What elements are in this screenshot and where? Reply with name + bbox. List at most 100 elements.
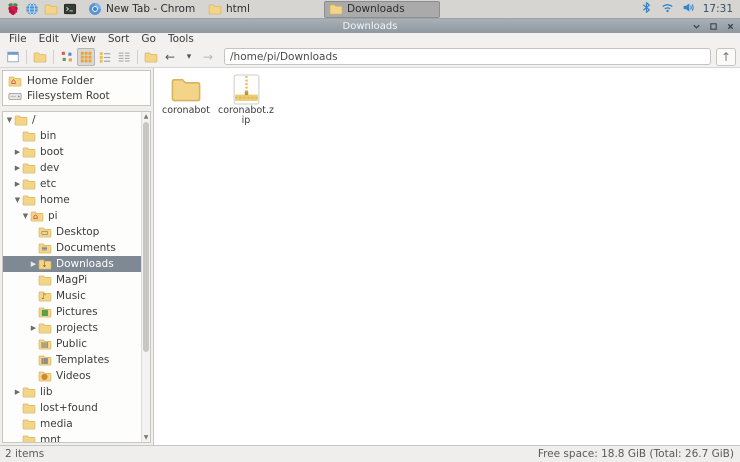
- file-label: coronabot: [162, 106, 210, 116]
- expander-closed-icon[interactable]: ▶: [13, 164, 22, 172]
- folder-icon: [38, 273, 52, 287]
- web-browser-launcher[interactable]: [23, 1, 40, 18]
- list-view-button[interactable]: [96, 48, 114, 66]
- tree-item--[interactable]: ▼/: [3, 112, 141, 128]
- tree-item-etc[interactable]: ▶etc: [3, 176, 141, 192]
- tree-item-bin[interactable]: bin: [3, 128, 141, 144]
- expander-closed-icon[interactable]: ▶: [29, 324, 38, 332]
- tree-item-music[interactable]: ♪Music: [3, 288, 141, 304]
- tree-item-pictures[interactable]: ■Pictures: [3, 304, 141, 320]
- menu-go[interactable]: Go: [135, 33, 162, 46]
- file-item-coronabot-zip[interactable]: coronabot.zip: [217, 72, 275, 126]
- thumbnail-view-button[interactable]: [77, 48, 95, 66]
- place-filesystem-root[interactable]: Filesystem Root: [3, 88, 150, 103]
- expander-closed-icon[interactable]: ▶: [13, 180, 22, 188]
- compact-view-button[interactable]: [115, 48, 133, 66]
- tree-item-magpi[interactable]: MagPi: [3, 272, 141, 288]
- task-button-html[interactable]: html: [204, 1, 320, 18]
- folder-home-icon: ⌂: [30, 209, 44, 223]
- new-window-button[interactable]: [4, 48, 22, 66]
- forward-button[interactable]: →: [199, 48, 217, 66]
- tree-item-downloads[interactable]: ▶↓Downloads: [3, 256, 141, 272]
- tree-item-label: MagPi: [56, 274, 87, 286]
- toolbar-separator: [137, 50, 138, 64]
- volume-indicator[interactable]: [682, 1, 696, 18]
- tree-item-lib[interactable]: ▶ lib: [3, 384, 141, 400]
- wifi-indicator[interactable]: [661, 1, 675, 18]
- place-home-folder[interactable]: ⌂Home Folder: [3, 73, 150, 88]
- window-titlebar[interactable]: Downloads: [0, 19, 740, 33]
- menu-sort[interactable]: Sort: [102, 33, 136, 46]
- folder-icon: [22, 433, 36, 443]
- close-button[interactable]: [725, 21, 735, 31]
- thumbnail-view-icon: [79, 50, 93, 64]
- zip-archive-icon: [233, 72, 260, 106]
- expander-open-icon[interactable]: ▼: [5, 116, 14, 124]
- menu-button[interactable]: [4, 1, 21, 18]
- tree-item-templates[interactable]: ▦Templates: [3, 352, 141, 368]
- icon-view-button[interactable]: [58, 48, 76, 66]
- task-button-new-tab-chromium[interactable]: New Tab - Chromium: [84, 1, 200, 18]
- home-button[interactable]: [142, 48, 160, 66]
- window-controls: [691, 19, 735, 33]
- task-label: html: [226, 3, 250, 15]
- tree-item-mnt[interactable]: mnt: [3, 432, 141, 443]
- tree-scrollbar[interactable]: ▲ ▼: [141, 112, 150, 442]
- folder-icon: [22, 193, 36, 207]
- tree-item-dev[interactable]: ▶dev: [3, 160, 141, 176]
- menu-file[interactable]: File: [3, 33, 33, 46]
- tree-item-videos[interactable]: ●Videos: [3, 368, 141, 384]
- folder-icon: [22, 401, 36, 415]
- place-label: Filesystem Root: [27, 90, 110, 102]
- tree-item-pi[interactable]: ▼⌂pi: [3, 208, 141, 224]
- compact-view-icon: [117, 50, 131, 64]
- statusbar: 2 items Free space: 18.8 GiB (Total: 26.…: [0, 445, 740, 462]
- folder-icon: [38, 321, 52, 335]
- menu-tools[interactable]: Tools: [162, 33, 200, 46]
- wifi-icon: [661, 1, 675, 15]
- file-item-coronabot[interactable]: coronabot: [157, 72, 215, 116]
- menu-view[interactable]: View: [65, 33, 102, 46]
- menubar: FileEditViewSortGoTools: [0, 33, 740, 46]
- expander-closed-icon[interactable]: ▶: [29, 260, 38, 268]
- folder-icon: [208, 2, 222, 16]
- terminal-launcher[interactable]: [61, 1, 78, 18]
- expander-open-icon[interactable]: ▼: [21, 212, 30, 220]
- tree-item-media[interactable]: media: [3, 416, 141, 432]
- scrollbar-thumb[interactable]: [143, 122, 149, 352]
- task-button-downloads[interactable]: Downloads: [324, 1, 440, 18]
- directory-tree-rows: ▼/bin▶boot▶dev▶etc▼home▼⌂pi▭Desktop≡Docu…: [3, 112, 141, 442]
- window-content: ⌂Home Folder Filesystem Root ▼/bin▶boot▶d…: [0, 68, 740, 445]
- file-manager-launcher[interactable]: [42, 1, 59, 18]
- new-tab-button[interactable]: [31, 48, 49, 66]
- icon-view-icon: [60, 50, 74, 64]
- drive-icon: [8, 89, 22, 103]
- expander-open-icon[interactable]: ▼: [13, 196, 22, 204]
- maximize-button[interactable]: [708, 21, 718, 31]
- tree-item-lost-found[interactable]: lost+found: [3, 400, 141, 416]
- back-button[interactable]: ←: [161, 48, 179, 66]
- up-directory-button[interactable]: ↑: [716, 48, 736, 66]
- tree-item-documents[interactable]: ≡Documents: [3, 240, 141, 256]
- tree-item-desktop[interactable]: ▭Desktop: [3, 224, 141, 240]
- menu-edit[interactable]: Edit: [33, 33, 65, 46]
- file-view[interactable]: coronabot coronabot.zip: [154, 68, 740, 445]
- tree-item-label: lib: [40, 386, 53, 398]
- tree-item-boot[interactable]: ▶boot: [3, 144, 141, 160]
- tree-item-label: lost+found: [40, 402, 98, 414]
- tree-item-home[interactable]: ▼home: [3, 192, 141, 208]
- back-button-icon: ←: [165, 48, 175, 66]
- expander-closed-icon[interactable]: ▶: [13, 388, 22, 396]
- tree-item-label: Public: [56, 338, 87, 350]
- chromium-icon: [88, 2, 102, 16]
- expander-closed-icon[interactable]: ▶: [13, 148, 22, 156]
- folder-pictures-icon: ■: [38, 305, 52, 319]
- tree-item-projects[interactable]: ▶projects: [3, 320, 141, 336]
- address-bar[interactable]: [224, 48, 711, 65]
- tree-item-public[interactable]: ▤Public: [3, 336, 141, 352]
- bluetooth-indicator[interactable]: [640, 1, 654, 18]
- history-dropdown-button[interactable]: ▾: [180, 48, 198, 66]
- scroll-up-icon[interactable]: ▲: [142, 112, 150, 121]
- scroll-down-icon[interactable]: ▼: [142, 433, 150, 442]
- minimize-button[interactable]: [691, 21, 701, 31]
